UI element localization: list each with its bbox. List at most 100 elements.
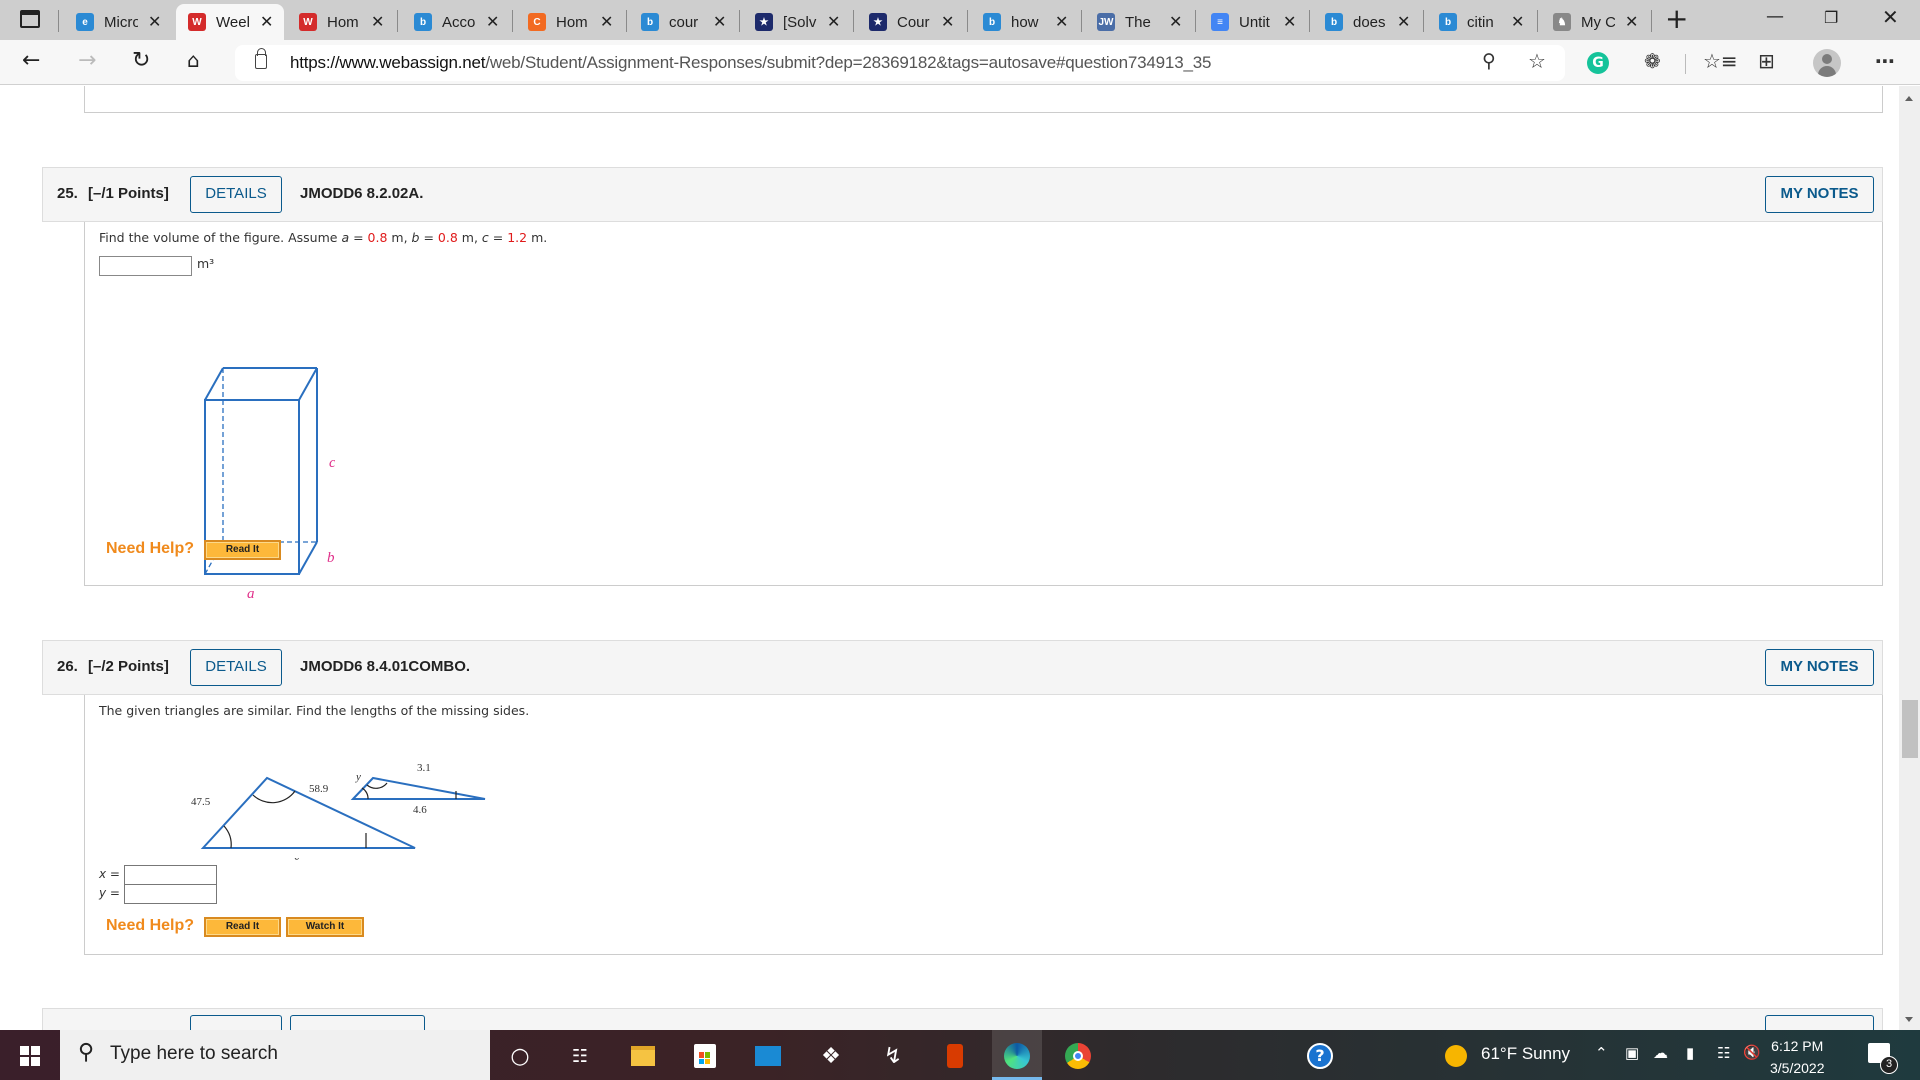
tab-title: cour [669,13,699,31]
browser-tab[interactable]: b how ✕ [971,4,1079,40]
task-view-icon[interactable]: ☷ [567,1043,593,1069]
browser-tab[interactable]: ♞ My C ✕ [1541,4,1649,40]
tab-actions-icon[interactable] [20,10,40,28]
scroll-up-arrow-icon[interactable] [1905,96,1913,101]
weather-text[interactable]: 61°F Sunny [1481,1044,1570,1064]
new-tab-button[interactable]: + [1665,4,1688,34]
office-icon[interactable] [942,1043,968,1069]
close-tab-icon[interactable]: ✕ [1397,12,1410,32]
browser-tab[interactable]: b does ✕ [1313,4,1421,40]
chrome-icon[interactable] [1065,1043,1091,1069]
y-answer-input[interactable] [124,884,217,904]
details-button[interactable]: DETAILS [190,649,282,686]
tab-divider [58,10,59,32]
file-explorer-icon[interactable] [630,1043,656,1069]
edge-icon[interactable] [1004,1043,1030,1069]
close-tab-icon[interactable]: ✕ [941,12,954,32]
close-tab-icon[interactable]: ✕ [148,12,161,32]
tab-title: Weel [216,13,250,31]
browser-tab[interactable]: JW The ✕ [1085,4,1193,40]
volume-answer-input[interactable] [99,256,192,276]
microsoft-store-icon[interactable] [692,1043,718,1069]
cortana-icon[interactable]: ○ [507,1043,533,1069]
close-tab-icon[interactable]: ✕ [1511,12,1524,32]
close-tab-icon[interactable]: ✕ [260,12,273,32]
back-icon[interactable]: ← [22,48,40,73]
restore-button[interactable]: ❐ [1824,8,1838,27]
close-tab-icon[interactable]: ✕ [1283,12,1296,32]
question-code: JMODD6 8.4.01COMBO. [300,658,471,675]
squirrel-icon: ♞ [1553,13,1571,31]
taskbar-search-box[interactable]: ⚲ Type here to search [60,1030,490,1080]
meet-now-icon[interactable]: ▣ [1625,1044,1639,1062]
browser-tab[interactable]: ★ [Solv ✕ [743,4,851,40]
grammarly-extension-icon[interactable]: G [1587,52,1609,74]
close-tab-icon[interactable]: ✕ [600,12,613,32]
page-scrollbar[interactable] [1899,86,1920,1030]
collections-icon[interactable]: ⊞ [1758,49,1775,73]
favorites-icon[interactable]: ☆≡ [1703,49,1738,73]
watch-it-button[interactable]: Watch It [286,917,364,937]
x-label: x = [99,867,120,881]
browser-tab[interactable]: b citin ✕ [1427,4,1535,40]
forward-icon[interactable]: → [78,48,96,73]
weather-sun-icon[interactable] [1443,1043,1469,1069]
browser-tab[interactable]: W Weel ✕ [176,4,284,40]
more-menu-icon[interactable]: ⋯ [1875,49,1895,73]
scroll-down-arrow-icon[interactable] [1905,1017,1913,1022]
read-it-button[interactable]: Read It [204,540,281,560]
browser-tab[interactable]: b Acco ✕ [402,4,510,40]
details-button[interactable]: DETAILS [190,176,282,213]
add-favorite-icon[interactable]: ☆ [1528,49,1546,73]
wifi-icon[interactable]: ☷ [1717,1044,1730,1062]
scrollbar-thumb[interactable] [1902,700,1918,758]
show-hidden-icons-chevron-icon[interactable]: ⌃ [1595,1044,1608,1062]
close-tab-icon[interactable]: ✕ [827,12,840,32]
close-tab-icon[interactable]: ✕ [1055,12,1068,32]
browser-tab[interactable]: b cour ✕ [629,4,737,40]
close-tab-icon[interactable]: ✕ [486,12,499,32]
url-text[interactable]: https://www.webassign.net/web/Student/As… [290,53,1211,73]
submit-answer-button[interactable] [290,1015,425,1030]
read-it-button[interactable]: Read It [204,917,281,937]
dropbox-icon[interactable]: ❖ [818,1043,844,1069]
onedrive-error-icon[interactable]: ☁ [1653,1044,1668,1062]
home-icon[interactable]: ⌂ [187,48,200,72]
question-code: JMODD6 8.2.02A. [300,185,424,202]
windows-start-icon[interactable] [20,1046,40,1066]
label-4-6: 4.6 [413,804,427,816]
label-3-1: 3.1 [417,762,431,774]
mail-icon[interactable] [755,1043,781,1069]
taskbar-clock[interactable]: 6:12 PM 3/5/2022 [1770,1035,1825,1079]
details-button[interactable] [190,1015,282,1030]
my-notes-button[interactable]: MY NOTES [1765,176,1874,213]
coursehero-icon: ★ [869,13,887,31]
browser-tab[interactable]: W Hom ✕ [287,4,395,40]
x-answer-input[interactable] [124,865,217,885]
help-icon[interactable]: ? [1307,1043,1333,1069]
question-26-body: The given triangles are similar. Find th… [84,695,1883,955]
browser-tab[interactable]: ≡ Untit ✕ [1199,4,1307,40]
close-tab-icon[interactable]: ✕ [1169,12,1182,32]
tab-title: Hom [556,13,588,31]
browser-tab[interactable]: e Micro ✕ [64,4,172,40]
zoom-out-icon[interactable]: ⚲ [1482,50,1496,72]
close-tab-icon[interactable]: ✕ [713,12,726,32]
my-notes-button[interactable] [1765,1015,1874,1030]
close-window-button[interactable]: ✕ [1882,5,1899,29]
profile-avatar[interactable] [1813,49,1841,77]
my-notes-button[interactable]: MY NOTES [1765,649,1874,686]
volume-muted-icon[interactable]: 🔇 [1743,1044,1760,1061]
prism-edge [298,541,318,575]
lock-icon[interactable] [255,48,267,69]
close-tab-icon[interactable]: ✕ [371,12,384,32]
browser-tab[interactable]: ★ Cour ✕ [857,4,965,40]
extensions-icon[interactable]: ❁ [1644,49,1661,73]
address-bar[interactable]: https://www.webassign.net/web/Student/As… [235,45,1565,81]
refresh-icon[interactable]: ↻ [132,48,150,73]
app-lightning-icon[interactable]: ↯ [880,1043,906,1069]
browser-tab[interactable]: C Hom ✕ [516,4,624,40]
minimize-button[interactable]: — [1766,6,1784,27]
battery-icon[interactable]: ▮ [1686,1044,1694,1062]
close-tab-icon[interactable]: ✕ [1625,12,1638,32]
